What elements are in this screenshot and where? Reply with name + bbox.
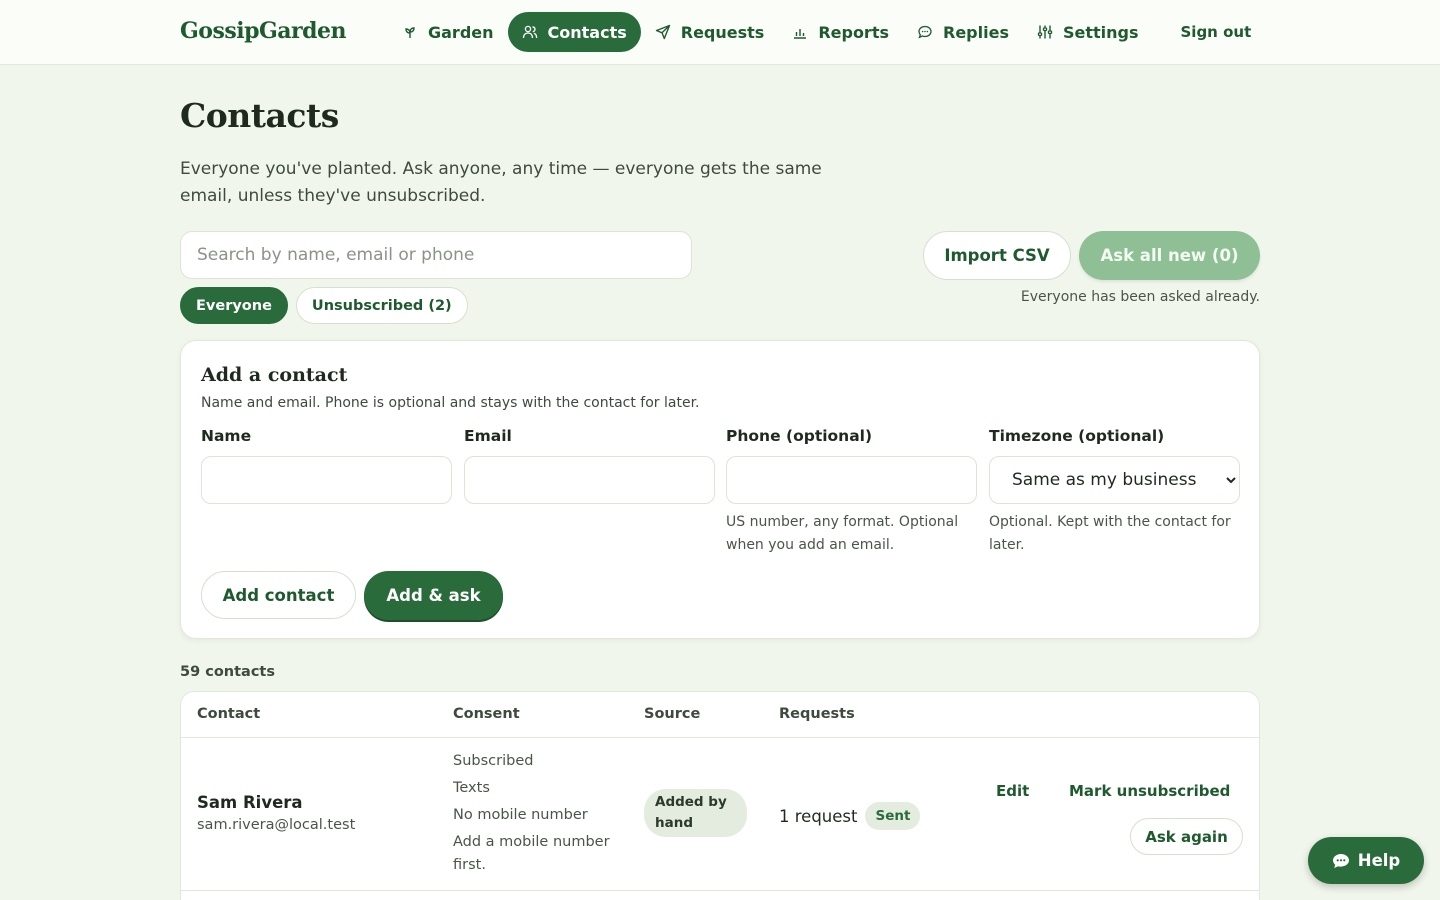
column-header-source: Source <box>644 706 701 722</box>
import-csv-button[interactable]: Import CSV <box>923 231 1071 280</box>
email-label: Email <box>464 427 512 445</box>
search-input[interactable] <box>180 231 692 279</box>
consent-texts-label: Texts <box>453 780 490 796</box>
main-nav: Garden Contacts Requests Reports Replies <box>388 12 1265 52</box>
nav-item-requests[interactable]: Requests <box>641 12 779 52</box>
table-row: Sam Rivera sam.rivera@local.test Subscri… <box>181 738 1259 891</box>
brand-logo[interactable]: GossipGarden <box>180 18 346 44</box>
page-title: Contacts <box>180 96 339 135</box>
top-nav-bar: GossipGarden Garden Contacts Requests Re… <box>0 0 1440 65</box>
timezone-select[interactable]: Same as my business <box>989 456 1240 504</box>
column-header-consent: Consent <box>453 706 520 722</box>
timezone-label: Timezone (optional) <box>989 427 1165 445</box>
contact-email: sam.rivera@local.test <box>197 817 356 833</box>
consent-email-status: Subscribed <box>453 753 534 769</box>
source-badge: Added by hand <box>644 789 747 837</box>
mark-unsubscribed-link[interactable]: Mark unsubscribed <box>1069 782 1230 800</box>
ask-again-button[interactable]: Ask again <box>1130 818 1243 855</box>
nav-item-replies[interactable]: Replies <box>903 12 1023 52</box>
email-input[interactable] <box>464 456 715 504</box>
people-icon <box>522 24 538 40</box>
timezone-hint: Optional. Kept with the contact for late… <box>989 514 1231 553</box>
add-contact-title: Add a contact <box>201 364 348 386</box>
ask-all-new-button[interactable]: Ask all new (0) <box>1079 231 1260 280</box>
phone-label: Phone (optional) <box>726 427 873 445</box>
help-button[interactable]: Help <box>1308 837 1424 884</box>
column-header-requests: Requests <box>779 706 855 722</box>
nav-item-contacts[interactable]: Contacts <box>507 12 641 52</box>
sign-out-link[interactable]: Sign out <box>1167 12 1266 52</box>
send-icon <box>655 24 671 40</box>
nav-item-reports[interactable]: Reports <box>778 12 903 52</box>
nav-label-garden: Garden <box>428 22 494 42</box>
status-badge: Sent <box>865 802 921 830</box>
phone-hint: US number, any format. Optional when you… <box>726 514 959 553</box>
help-label: Help <box>1357 851 1401 870</box>
asked-note: Everyone has been asked already. <box>1020 289 1260 305</box>
consent-mobile-status: No mobile number <box>453 807 588 823</box>
timezone-field-group: Timezone (optional) Same as my business … <box>989 427 1240 557</box>
add-contact-card: Add a contact Name and email. Phone is o… <box>180 340 1260 639</box>
sliders-icon <box>1037 24 1053 40</box>
contacts-count: 59 contacts <box>180 664 275 680</box>
name-field-group: Name <box>201 427 452 504</box>
add-and-ask-button[interactable]: Add & ask <box>364 571 503 620</box>
column-header-contact: Contact <box>197 706 261 722</box>
request-summary: 1 request Sent <box>779 802 921 830</box>
contact-name: Sam Rivera <box>197 793 303 812</box>
chat-bubble-icon <box>917 24 933 40</box>
page-intro: Everyone you've planted. Ask anyone, any… <box>180 159 822 206</box>
bar-chart-icon <box>792 24 808 40</box>
email-field-group: Email <box>464 427 715 504</box>
phone-input[interactable] <box>726 456 977 504</box>
contacts-table: Contact Consent Source Requests Sam Rive… <box>180 691 1260 900</box>
name-input[interactable] <box>201 456 452 504</box>
consent-mobile-hint: Add a mobile number first. <box>453 834 610 873</box>
filter-unsubscribed[interactable]: Unsubscribed (2) <box>295 287 468 324</box>
sprout-icon <box>402 24 418 40</box>
edit-contact-link[interactable]: Edit <box>996 782 1029 800</box>
nav-label-reports: Reports <box>818 22 889 42</box>
name-label: Name <box>201 427 252 445</box>
add-contact-button[interactable]: Add contact <box>201 571 356 619</box>
filter-everyone[interactable]: Everyone <box>180 287 288 324</box>
request-count: 1 request <box>779 806 858 826</box>
nav-item-garden[interactable]: Garden <box>388 12 508 52</box>
filter-chips: Everyone Unsubscribed (2) <box>180 287 468 324</box>
nav-label-requests: Requests <box>680 22 765 42</box>
nav-label-settings: Settings <box>1062 22 1139 42</box>
nav-item-settings[interactable]: Settings <box>1023 12 1153 52</box>
table-header: Contact Consent Source Requests <box>181 692 1259 738</box>
consent-info: Subscribed Texts No mobile number Add a … <box>453 750 618 881</box>
nav-label-contacts: Contacts <box>547 22 627 42</box>
phone-field-group: Phone (optional) US number, any format. … <box>726 427 977 557</box>
chat-bubble-icon <box>1332 853 1350 869</box>
nav-label-replies: Replies <box>943 22 1009 42</box>
add-contact-subtitle: Name and email. Phone is optional and st… <box>201 395 700 411</box>
